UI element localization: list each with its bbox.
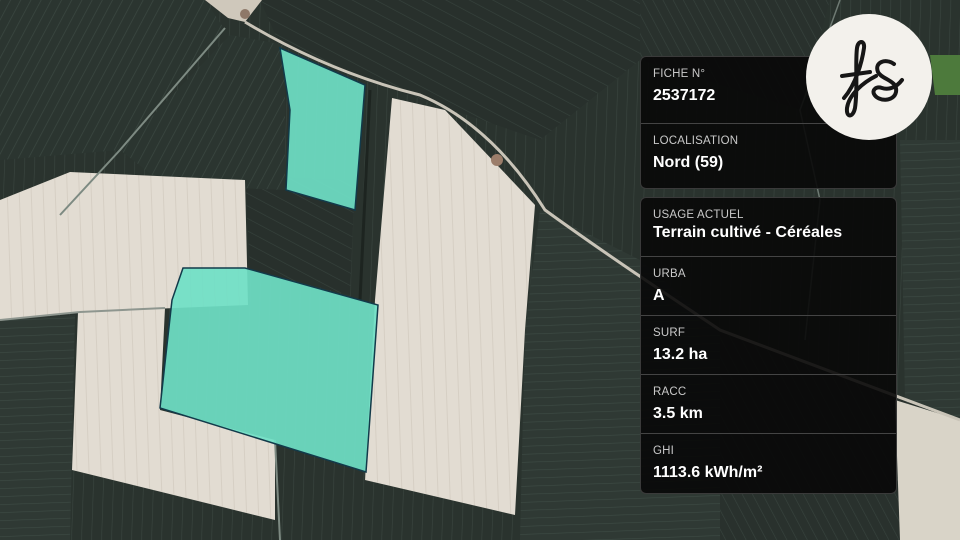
urba-label: URBA [653, 268, 686, 280]
field-surf: SURF 13.2 ha [641, 316, 896, 375]
racc-label: RACC [653, 386, 687, 398]
usage-value: Terrain cultivé - Céréales [653, 224, 843, 241]
bare-field-east-corner [895, 400, 960, 540]
field-ghi: GHI 1113.6 kWh/m² [641, 434, 896, 493]
field-usage: USAGE ACTUEL Terrain cultivé - Céréales [641, 198, 896, 257]
farm-building [240, 9, 250, 19]
localisation-value: Nord (59) [653, 154, 724, 171]
fs-logo-mark [840, 40, 904, 118]
usage-label: USAGE ACTUEL [653, 209, 744, 221]
field-urba: URBA A [641, 257, 896, 316]
urba-value: A [653, 287, 665, 304]
farm-building [491, 154, 503, 166]
ghi-label: GHI [653, 445, 675, 457]
field-southwest [0, 315, 75, 540]
field-far-east [900, 140, 960, 420]
surf-value: 13.2 ha [653, 346, 708, 363]
ghi-value: 1113.6 kWh/m² [653, 464, 763, 481]
info-card-details: USAGE ACTUEL Terrain cultivé - Céréales … [640, 197, 897, 494]
grass-patch [930, 55, 960, 95]
racc-value: 3.5 km [653, 405, 703, 422]
surf-label: SURF [653, 327, 686, 339]
field-racc: RACC 3.5 km [641, 375, 896, 434]
brand-logo [806, 14, 932, 140]
